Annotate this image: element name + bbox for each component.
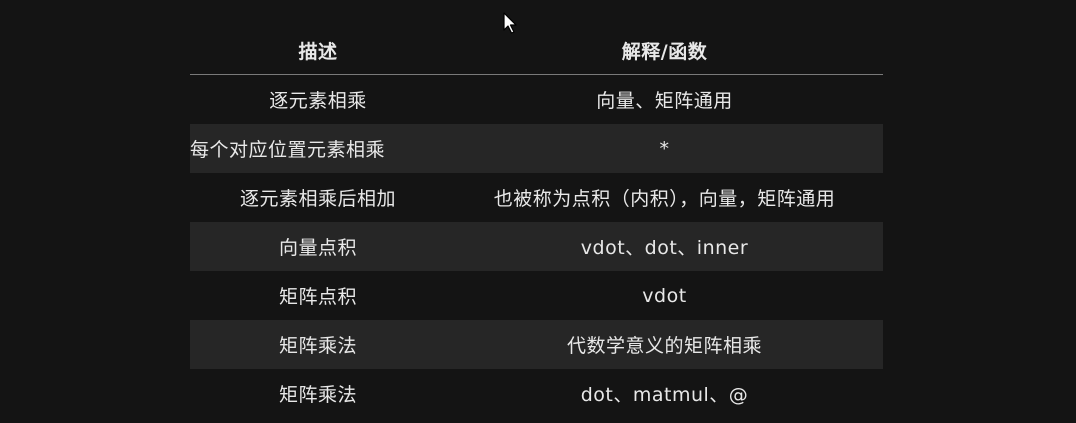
row-description: 每个对应位置元素相乘: [190, 139, 386, 161]
table-row: 矩阵点积 vdot: [190, 271, 883, 320]
row-explanation: 向量、矩阵通用: [596, 90, 733, 112]
table-row: 每个对应位置元素相乘 *: [190, 124, 883, 173]
table-header-row: 描述 解释/函数: [190, 26, 883, 75]
row-description: 向量点积: [278, 237, 357, 259]
page: { "table": { "headers": ["描述", "解释/函数"],…: [0, 0, 1076, 423]
row-description: 逐元素相乘后相加: [239, 188, 396, 210]
row-description: 矩阵点积: [278, 286, 357, 308]
row-description: 矩阵乘法: [278, 384, 357, 406]
header-explanation: 解释/函数: [621, 40, 708, 63]
comparison-table: 描述 解释/函数 逐元素相乘 向量、矩阵通用 每个对应位置元素相乘 * 逐元素相…: [190, 26, 883, 418]
header-description: 描述: [298, 40, 338, 63]
table-row: 矩阵乘法 dot、matmul、@: [190, 369, 883, 418]
row-explanation: *: [659, 137, 670, 160]
row-description: 矩阵乘法: [278, 335, 357, 357]
row-explanation: dot、matmul、@: [580, 384, 749, 406]
table-row: 矩阵乘法 代数学意义的矩阵相乘: [190, 320, 883, 369]
table-row: 逐元素相乘 向量、矩阵通用: [190, 75, 883, 124]
row-explanation: 代数学意义的矩阵相乘: [566, 335, 762, 357]
table-row: 逐元素相乘后相加 也被称为点积（内积），向量，矩阵通用: [190, 173, 883, 222]
row-explanation: 也被称为点积（内积），向量，矩阵通用: [493, 188, 836, 210]
row-explanation: vdot: [642, 284, 687, 307]
table-row: 向量点积 vdot、dot、inner: [190, 222, 883, 271]
row-description: 逐元素相乘: [269, 90, 367, 112]
row-explanation: vdot、dot、inner: [580, 237, 749, 259]
